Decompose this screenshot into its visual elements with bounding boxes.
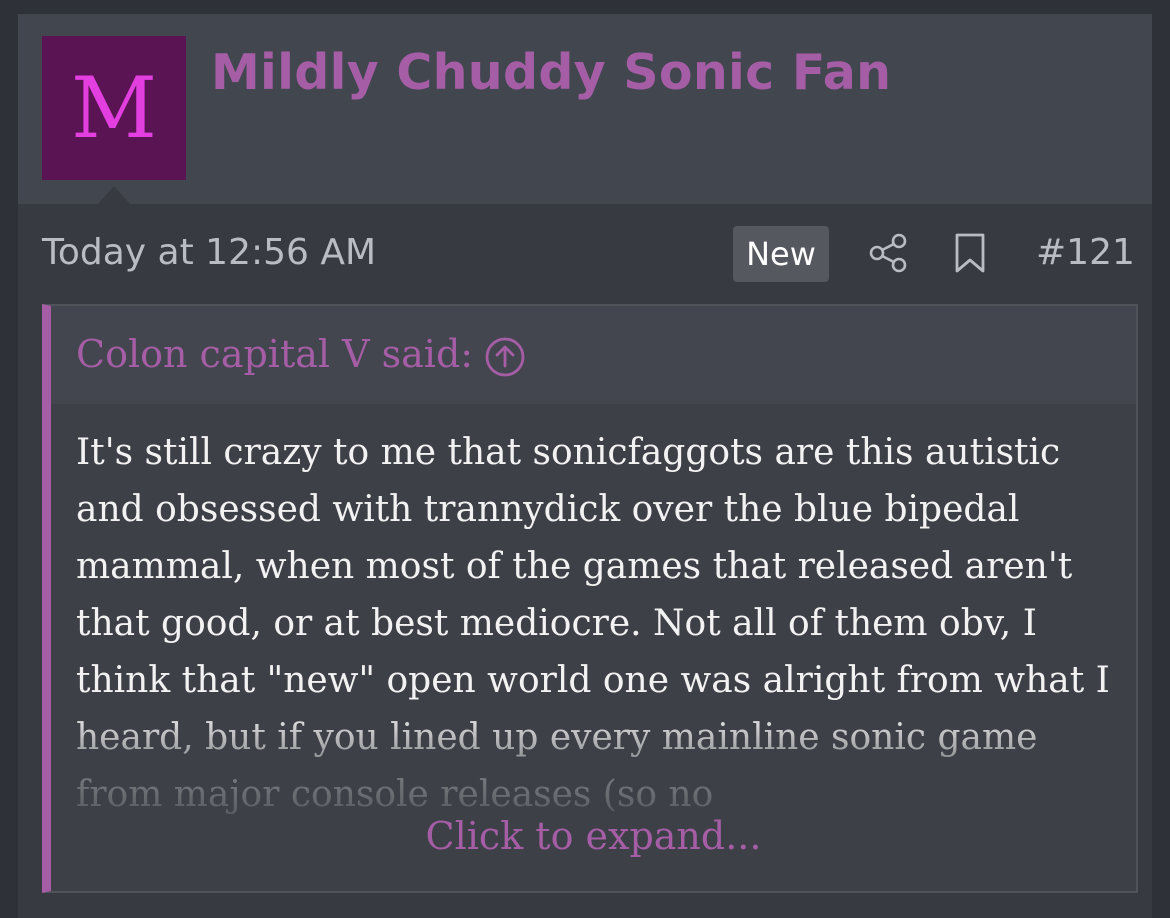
bookmark-icon[interactable]: [952, 232, 988, 274]
new-badge: New: [733, 226, 829, 282]
arrow-up-circle-icon[interactable]: [484, 336, 526, 378]
post-number-link[interactable]: #121: [1036, 232, 1135, 273]
post-timestamp[interactable]: Today at 12:56 AM: [42, 232, 376, 273]
share-icon[interactable]: [868, 232, 908, 274]
quote-author[interactable]: Colon capital V said:: [76, 332, 473, 376]
post: M Mildly Chuddy Sonic Fan Today at 12:56…: [18, 14, 1152, 918]
quote-header: Colon capital V said:: [51, 306, 1136, 404]
avatar-pointer: [98, 186, 130, 204]
quote-text: It's still crazy to me that sonicfaggots…: [76, 432, 1110, 815]
post-header: M Mildly Chuddy Sonic Fan: [18, 14, 1152, 204]
quote-block: Colon capital V said: It's still crazy t…: [42, 304, 1138, 893]
click-to-expand-link[interactable]: Click to expand...: [51, 814, 1136, 858]
username[interactable]: Mildly Chuddy Sonic Fan: [211, 44, 891, 101]
avatar[interactable]: M: [42, 36, 186, 180]
